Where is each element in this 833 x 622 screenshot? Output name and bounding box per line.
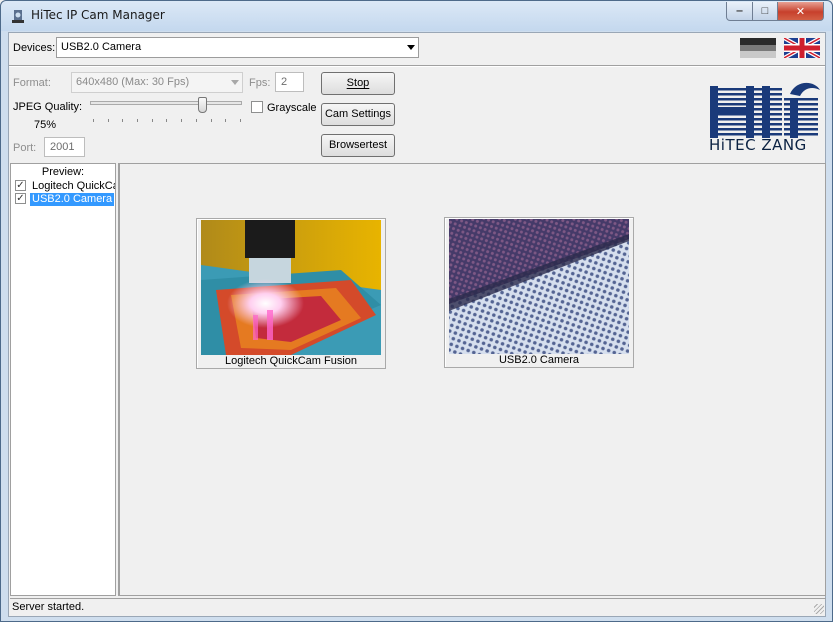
preview-item-checkbox[interactable]: ✓ (15, 193, 26, 204)
cam-settings-button-label: Cam Settings (324, 108, 392, 120)
resize-grip-icon[interactable] (814, 604, 824, 614)
stop-button[interactable]: Stop (321, 72, 395, 95)
cam-settings-button[interactable]: Cam Settings (321, 103, 395, 126)
jpeg-quality-slider-track[interactable] (90, 101, 242, 105)
preview-list[interactable]: Preview: ✓ Logitech QuickCam Fusion ✓ US… (10, 163, 116, 596)
camera-feed-image (449, 219, 629, 354)
preview-label: Preview: (41, 166, 85, 178)
camera-tile-logitech[interactable]: Logitech QuickCam Fusion (196, 218, 386, 369)
fps-value: 2 (281, 76, 288, 88)
preview-item-checkbox[interactable]: ✓ (15, 180, 26, 191)
camera-tile-caption: Logitech QuickCam Fusion (224, 355, 358, 367)
format-dropdown[interactable]: 640x480 (Max: 30 Fps) (71, 72, 243, 93)
port-value: 2001 (50, 141, 75, 153)
port-input[interactable]: 2001 (44, 137, 85, 157)
close-button[interactable]: ✕ (777, 2, 824, 21)
fps-input[interactable]: 2 (275, 72, 304, 92)
close-icon: ✕ (795, 5, 806, 18)
stop-button-label: Stop (346, 77, 370, 89)
app-icon (12, 10, 24, 23)
chevron-down-icon (407, 45, 415, 50)
separator (9, 65, 825, 67)
jpeg-quality-slider-thumb[interactable] (198, 97, 208, 113)
status-text: Server started. (12, 601, 85, 613)
status-bar: Server started. (10, 598, 826, 616)
title-bar[interactable]: HiTec IP Cam Manager ‒ □ ✕ (1, 1, 832, 31)
minimize-icon: ‒ (736, 5, 743, 17)
minimize-button[interactable]: ‒ (726, 2, 753, 21)
jpeg-quality-label: JPEG Quality: (13, 101, 83, 113)
devices-selected-value: USB2.0 Camera (61, 41, 142, 53)
preview-area: Logitech QuickCam Fusion USB2.0 Camera (118, 163, 826, 596)
format-label: Format: (13, 77, 51, 89)
devices-label: Devices: (13, 42, 56, 54)
camera-tile-usb-camera[interactable]: USB2.0 Camera (444, 217, 634, 368)
fps-label: Fps: (249, 77, 271, 89)
maximize-icon: □ (761, 5, 769, 17)
window-title: HiTec IP Cam Manager (31, 8, 165, 22)
chevron-down-icon (231, 80, 239, 85)
german-flag-icon[interactable] (740, 38, 776, 58)
preview-item-logitech[interactable]: ✓ Logitech QuickCam Fusion (15, 180, 115, 194)
preview-item-label: Logitech QuickCam Fusion (32, 180, 115, 192)
preview-item-usb-camera[interactable]: ✓ USB2.0 Camera (15, 193, 115, 207)
grayscale-checkbox[interactable] (251, 101, 263, 113)
grayscale-label[interactable]: Grayscale (267, 102, 317, 114)
slider-ticks (93, 119, 241, 123)
camera-tile-caption: USB2.0 Camera (498, 354, 580, 366)
client-area: Devices: USB2.0 Camera Format: 640x480 (… (8, 32, 826, 617)
browsertest-button[interactable]: Browsertest (321, 134, 395, 157)
browsertest-button-label: Browsertest (328, 139, 388, 151)
app-window: HiTec IP Cam Manager ‒ □ ✕ Devices: USB2… (0, 0, 833, 622)
camera-feed-image (201, 220, 381, 355)
port-label: Port: (13, 142, 37, 154)
devices-dropdown[interactable]: USB2.0 Camera (56, 37, 419, 58)
format-value: 640x480 (Max: 30 Fps) (76, 76, 190, 88)
preview-item-label: USB2.0 Camera (30, 193, 115, 206)
maximize-button[interactable]: □ (752, 2, 778, 21)
logo-text: HiTEC ZANG (709, 136, 807, 154)
uk-flag-icon[interactable] (784, 38, 820, 58)
jpeg-quality-value: 75% (34, 119, 57, 131)
